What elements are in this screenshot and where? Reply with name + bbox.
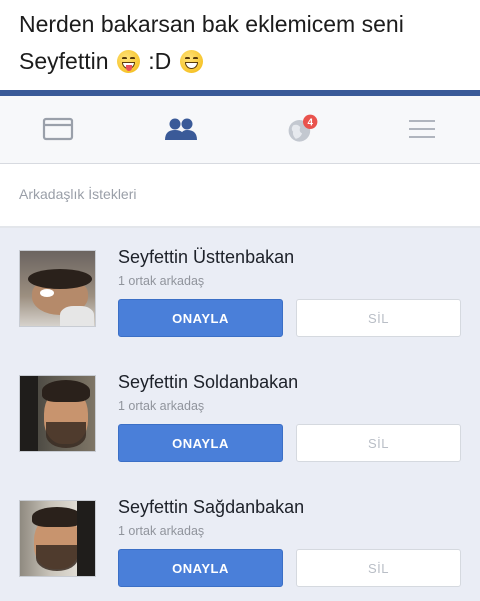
caption-name: Seyfettin <box>19 48 109 74</box>
delete-button[interactable]: SİL <box>296 424 461 462</box>
friend-request-list: Seyfettin Üsttenbakan 1 ortak arkadaş ON… <box>0 228 480 601</box>
requester-name[interactable]: Seyfettin Soldanbakan <box>118 372 298 393</box>
friend-requests-icon <box>165 118 197 140</box>
tab-notifications[interactable]: 4 <box>285 114 321 144</box>
tab-news-feed[interactable] <box>40 114 76 144</box>
tab-friend-requests[interactable] <box>163 114 199 144</box>
meme-caption: Nerden bakarsan bak eklemicem seni Seyfe… <box>0 0 480 90</box>
avatar[interactable] <box>19 500 96 577</box>
notifications-globe-icon: 4 <box>288 114 318 142</box>
grinning-tongue-face-emoji <box>116 50 140 73</box>
tab-bar: 4 <box>0 96 480 164</box>
delete-button[interactable]: SİL <box>296 549 461 587</box>
friend-requests-heading: Arkadaşlık İstekleri <box>19 186 137 202</box>
confirm-button[interactable]: ONAYLA <box>118 549 283 587</box>
news-feed-icon <box>42 117 74 141</box>
friend-request-item: Seyfettin Soldanbakan 1 ortak arkadaş ON… <box>0 353 480 473</box>
friend-request-item: Seyfettin Üsttenbakan 1 ortak arkadaş ON… <box>0 228 480 348</box>
caption-line-2: Seyfettin :D <box>19 43 480 80</box>
avatar[interactable] <box>19 250 96 327</box>
friend-request-item: Seyfettin Sağdanbakan 1 ortak arkadaş ON… <box>0 478 480 598</box>
avatar[interactable] <box>19 375 96 452</box>
tab-menu[interactable] <box>404 114 440 144</box>
requester-name[interactable]: Seyfettin Üsttenbakan <box>118 247 294 268</box>
caption-smiley-text: :D <box>148 48 172 74</box>
mutual-friends-count[interactable]: 1 ortak arkadaş <box>118 274 204 288</box>
mutual-friends-count[interactable]: 1 ortak arkadaş <box>118 399 204 413</box>
caption-line-1: Nerden bakarsan bak eklemicem seni <box>19 11 404 37</box>
requester-name[interactable]: Seyfettin Sağdanbakan <box>118 497 304 518</box>
confirm-button[interactable]: ONAYLA <box>118 299 283 337</box>
notification-badge-count: 4 <box>307 117 313 128</box>
delete-button[interactable]: SİL <box>296 299 461 337</box>
grinning-face-emoji <box>179 50 203 73</box>
mutual-friends-count[interactable]: 1 ortak arkadaş <box>118 524 204 538</box>
menu-icon <box>409 120 435 138</box>
confirm-button[interactable]: ONAYLA <box>118 424 283 462</box>
